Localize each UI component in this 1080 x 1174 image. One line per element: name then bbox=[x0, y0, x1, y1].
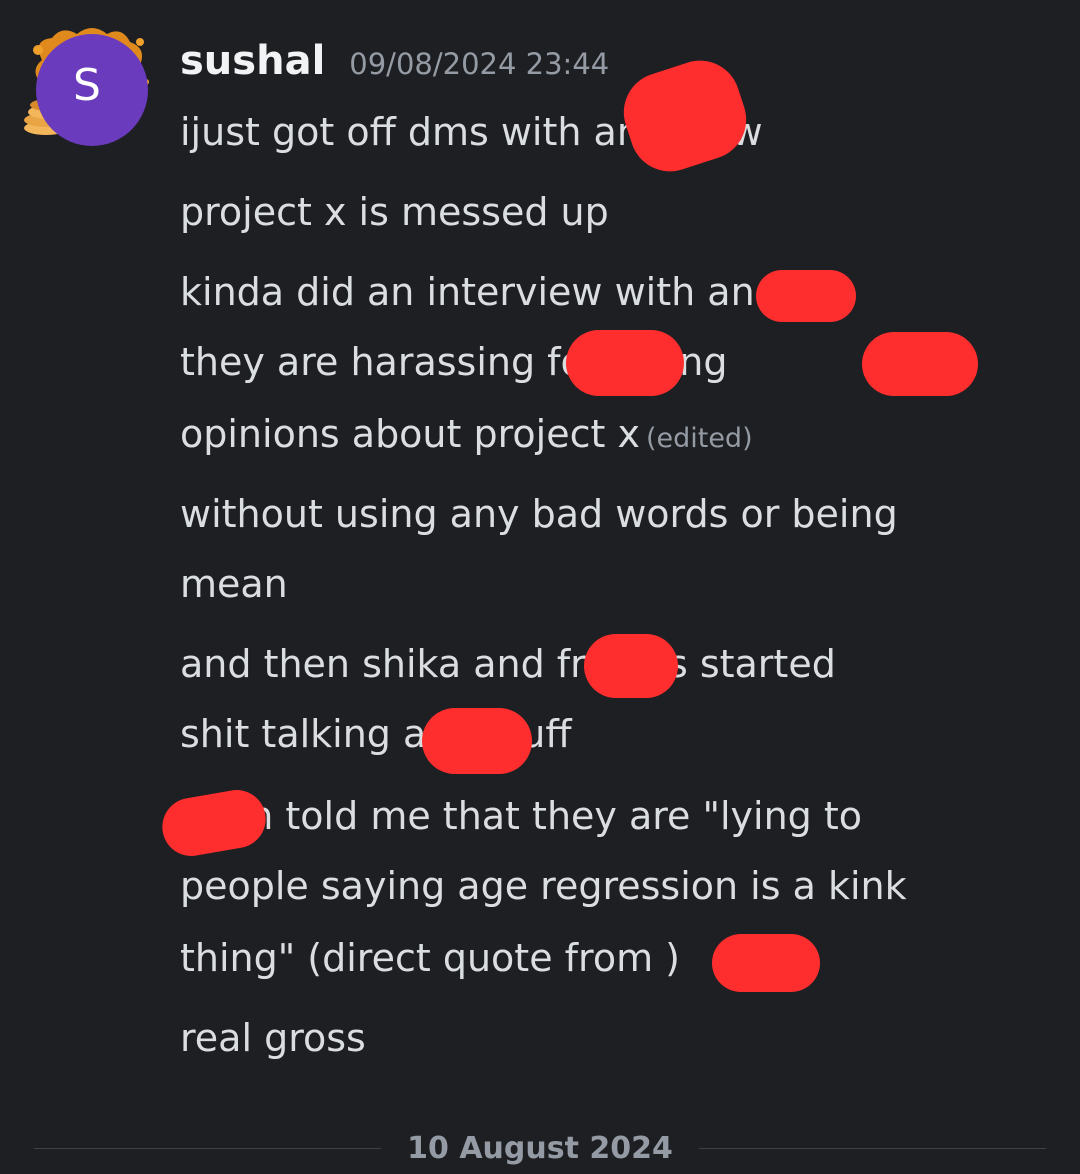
message-line: mean bbox=[180, 562, 288, 606]
date-divider: 10 August 2024 bbox=[34, 1128, 1046, 1168]
message-line-text: opinions about project x bbox=[180, 412, 640, 456]
avatar: S bbox=[36, 34, 148, 146]
message-line: kinda did an interview with and bbox=[180, 270, 779, 314]
avatar-container[interactable]: S bbox=[22, 20, 152, 150]
redaction-mark bbox=[613, 50, 757, 182]
redaction-mark bbox=[584, 634, 678, 698]
username[interactable]: sushal bbox=[180, 38, 325, 84]
message-line: people saying age regression is a kink bbox=[180, 864, 907, 908]
redaction-mark bbox=[862, 332, 978, 396]
redaction-mark bbox=[422, 708, 532, 774]
message-line: project x is messed up bbox=[180, 190, 609, 234]
date-divider-label: 10 August 2024 bbox=[407, 1130, 673, 1166]
message-line: and then shika and friends started bbox=[180, 642, 836, 686]
divider-line-right bbox=[698, 1147, 1046, 1149]
message-line: without using any bad words or being bbox=[180, 492, 898, 536]
redaction-mark bbox=[712, 934, 820, 992]
redaction-mark bbox=[566, 330, 684, 396]
message-line: thing" (direct quote from ) bbox=[180, 936, 680, 980]
message-timestamp[interactable]: 09/08/2024 23:44 bbox=[349, 47, 609, 81]
avatar-initial: S bbox=[73, 59, 101, 111]
redaction-mark bbox=[157, 785, 271, 861]
edited-label: (edited) bbox=[645, 423, 753, 454]
message-line: even told me that they are "lying to bbox=[180, 794, 863, 838]
message-line-edited: opinions about project x (edited) bbox=[180, 410, 753, 463]
redaction-mark bbox=[756, 270, 856, 322]
message-header: sushal 09/08/2024 23:44 bbox=[180, 38, 609, 84]
message-line: real gross bbox=[180, 1016, 366, 1060]
divider-line-left bbox=[34, 1147, 382, 1149]
